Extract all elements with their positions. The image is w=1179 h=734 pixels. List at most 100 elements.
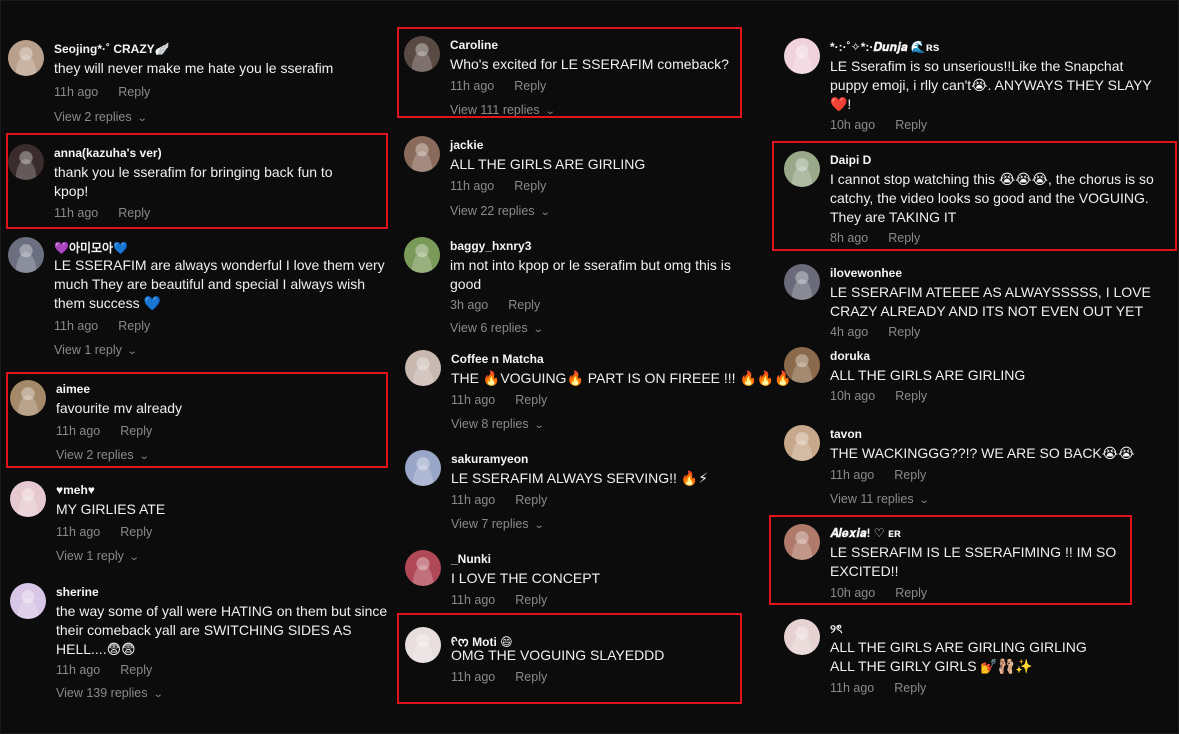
comment-time: 11h ago (450, 79, 495, 93)
avatar[interactable] (10, 481, 46, 517)
comment-item: Caroline Who's excited for LE SSERAFIM c… (404, 36, 734, 121)
avatar[interactable] (405, 550, 441, 586)
view-replies-button[interactable]: View 2 replies ⌄ (54, 110, 147, 124)
view-replies-button[interactable]: View 11 replies ⌄ (830, 492, 929, 506)
avatar[interactable] (10, 583, 46, 619)
reply-button[interactable]: Reply (895, 586, 927, 600)
comment-username[interactable]: Caroline (450, 38, 498, 52)
avatar[interactable] (404, 136, 440, 172)
avatar[interactable] (784, 619, 820, 655)
reply-button[interactable]: Reply (515, 493, 547, 507)
avatar[interactable] (405, 627, 441, 663)
view-replies-button[interactable]: View 8 replies ⌄ (451, 417, 544, 431)
reply-button[interactable]: Reply (120, 424, 152, 438)
comment-meta: 3h ago Reply (450, 298, 540, 312)
comment-time: 11h ago (56, 663, 101, 677)
avatar[interactable] (8, 40, 44, 76)
view-replies-label: View 7 replies (451, 517, 529, 531)
comment-time: 10h ago (830, 586, 876, 600)
chevron-down-icon: ⌄ (532, 324, 544, 335)
avatar[interactable] (784, 524, 820, 560)
comment-username[interactable]: Seojing*·˚ CRAZY🪽 (54, 42, 170, 56)
comment-username[interactable]: Coffee n Matcha (451, 352, 544, 366)
comment-meta: 4h ago Reply (830, 325, 920, 339)
comment-text: ALL THE GIRLS ARE GIRLING GIRLING ALL TH… (830, 639, 1087, 674)
comment-item: Daipi D I cannot stop watching this 😭😭😭,… (784, 151, 1169, 251)
chevron-down-icon: ⌄ (128, 552, 140, 563)
view-replies-label: View 2 replies (56, 448, 134, 462)
avatar[interactable] (404, 237, 440, 273)
comment-username[interactable]: sakuramyeon (451, 452, 528, 466)
comment-username[interactable]: anna(kazuha's ver) (54, 146, 162, 160)
avatar[interactable] (784, 151, 820, 187)
comment-item: *·:·˚✧*:·𝑫𝒖𝒏𝒋𝒂 🌊ʀs LE Sserafim is so uns… (784, 38, 1169, 138)
view-replies-button[interactable]: View 7 replies ⌄ (451, 517, 545, 531)
comment-username[interactable]: sherine (56, 585, 99, 599)
comment-username[interactable]: tavon (830, 427, 862, 441)
reply-button[interactable]: Reply (514, 79, 546, 93)
view-replies-button[interactable]: View 6 replies ⌄ (450, 321, 544, 335)
comment-username[interactable]: jackie (450, 138, 483, 152)
reply-button[interactable]: Reply (894, 468, 926, 482)
comment-meta: 11h ago Reply (54, 319, 150, 333)
view-replies-button[interactable]: View 2 replies ⌄ (56, 448, 149, 462)
reply-button[interactable]: Reply (118, 319, 150, 333)
comment-username[interactable]: *·:·˚✧*:·𝑫𝒖𝒏𝒋𝒂 🌊ʀs (830, 40, 939, 55)
comment-time: 8h ago (830, 231, 869, 245)
reply-button[interactable]: Reply (895, 389, 927, 403)
avatar[interactable] (405, 350, 441, 386)
comment-username[interactable]: _Nunki (451, 552, 491, 566)
comment-username[interactable]: ilovewonhee (830, 266, 902, 280)
avatar[interactable] (784, 347, 820, 383)
comment-text: I LOVE THE CONCEPT (451, 570, 601, 586)
avatar[interactable] (404, 36, 440, 72)
comment-username[interactable]: doruka (830, 349, 870, 363)
reply-button[interactable]: Reply (118, 85, 150, 99)
comment-meta: 11h ago Reply (451, 493, 547, 507)
reply-button[interactable]: Reply (894, 681, 926, 695)
comment-meta: 8h ago Reply (830, 231, 920, 245)
comment-username[interactable]: 💜아미모아💙 (54, 239, 128, 256)
view-replies-button[interactable]: View 1 reply ⌄ (54, 343, 138, 357)
avatar[interactable] (784, 38, 820, 74)
view-replies-button[interactable]: View 1 reply ⌄ (56, 549, 140, 563)
reply-button[interactable]: Reply (888, 231, 920, 245)
avatar[interactable] (405, 450, 441, 486)
comment-text: thank you le sserafim for bringing back … (54, 164, 333, 199)
reply-button[interactable]: Reply (118, 206, 150, 220)
comment-text: LE SSERAFIM ALWAYS SERVING!! 🔥⚡ (451, 470, 709, 486)
comment-time: 4h ago (830, 325, 869, 339)
avatar[interactable] (10, 380, 46, 416)
comment-time: 11h ago (451, 493, 496, 507)
reply-button[interactable]: Reply (508, 298, 540, 312)
view-replies-label: View 139 replies (56, 686, 148, 700)
comment-text: LE SSERAFIM IS LE SSERAFIMING !! IM SO E… (830, 544, 1117, 579)
reply-button[interactable]: Reply (514, 179, 546, 193)
view-replies-label: View 1 reply (54, 343, 122, 357)
view-replies-button[interactable]: View 22 replies ⌄ (450, 204, 550, 218)
reply-button[interactable]: Reply (888, 325, 920, 339)
comment-time: 11h ago (451, 670, 496, 684)
reply-button[interactable]: Reply (120, 525, 152, 539)
comment-text: I cannot stop watching this 😭😭😭, the cho… (830, 171, 1154, 225)
avatar[interactable] (784, 264, 820, 300)
reply-button[interactable]: Reply (515, 670, 547, 684)
avatar[interactable] (8, 237, 44, 273)
comment-item: 💜아미모아💙 LE SSERAFIM are always wonderful … (8, 237, 398, 367)
comment-item: doruka ALL THE GIRLS ARE GIRLING 10h ago… (784, 347, 1169, 412)
avatar[interactable] (8, 144, 44, 180)
view-replies-button[interactable]: View 111 replies ⌄ (450, 103, 555, 117)
view-replies-button[interactable]: View 139 replies ⌄ (56, 686, 163, 700)
reply-button[interactable]: Reply (515, 593, 547, 607)
view-replies-label: View 6 replies (450, 321, 528, 335)
reply-button[interactable]: Reply (895, 118, 927, 132)
comment-username[interactable]: aimee (56, 382, 90, 396)
reply-button[interactable]: Reply (515, 393, 547, 407)
comment-username[interactable]: baggy_hxnry3 (450, 239, 531, 253)
comment-username[interactable]: 𝑨𝒍𝒆𝒙𝒊𝒂! ♡ ᴇʀ (830, 526, 901, 541)
comment-username[interactable]: ♥meh♥ (56, 483, 95, 497)
comment-username[interactable]: Daipi D (830, 153, 871, 167)
chevron-down-icon: ⌄ (533, 520, 545, 531)
avatar[interactable] (784, 425, 820, 461)
reply-button[interactable]: Reply (120, 663, 152, 677)
